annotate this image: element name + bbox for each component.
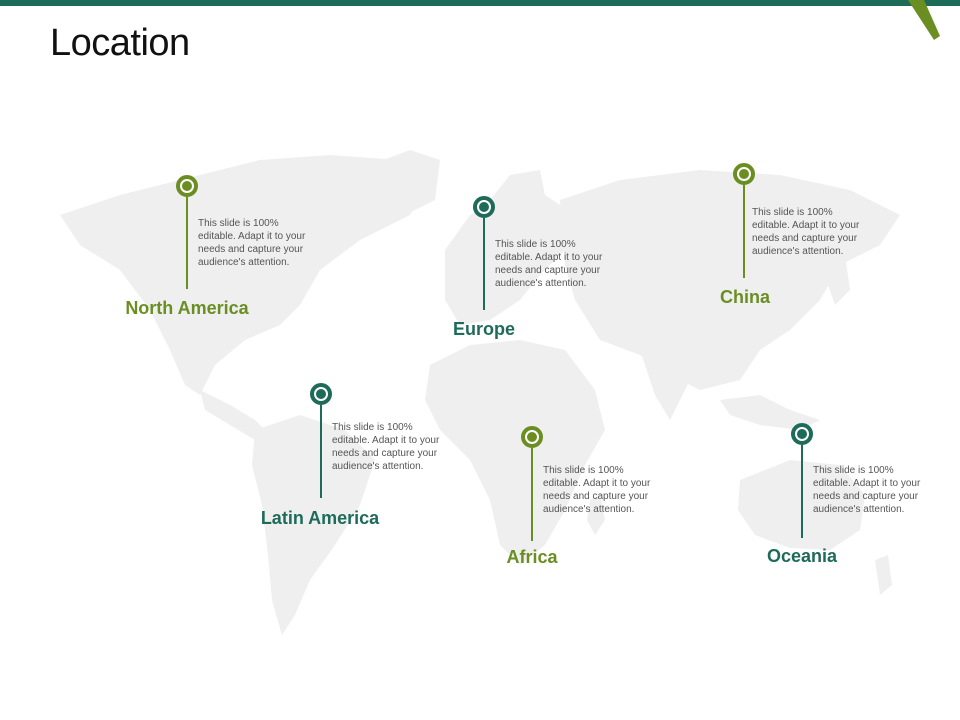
- pin-stem: [483, 218, 485, 310]
- region-label-north-america: North America: [125, 298, 249, 318]
- region-label-oceania: Oceania: [766, 546, 838, 566]
- pin-stem: [743, 185, 745, 278]
- marker-description: This slide is 100% editable. Adapt it to…: [495, 239, 603, 289]
- region-label-africa: Africa: [506, 547, 558, 567]
- landmass-africa: [425, 340, 605, 565]
- pin-stem: [186, 197, 188, 289]
- region-label-china: China: [719, 287, 771, 307]
- marker-description: This slide is 100% editable. Adapt it to…: [332, 422, 440, 472]
- marker-description: This slide is 100% editable. Adapt it to…: [752, 207, 860, 257]
- location-pin-icon: [733, 163, 755, 185]
- pin-stem: [531, 448, 533, 541]
- location-pin-icon: [791, 423, 813, 445]
- landmass-new-zealand: [875, 555, 892, 595]
- pin-stem: [320, 405, 322, 498]
- location-pin-icon: [310, 383, 332, 405]
- landmass-north-america: [60, 155, 430, 395]
- pin-stem: [801, 445, 803, 538]
- marker-description: This slide is 100% editable. Adapt it to…: [813, 465, 921, 515]
- world-map: [60, 150, 900, 635]
- landmass-asia: [560, 170, 900, 390]
- landmass-india: [640, 345, 690, 420]
- marker-description: This slide is 100% editable. Adapt it to…: [543, 465, 651, 515]
- location-pin-icon: [473, 196, 495, 218]
- landmass-japan: [828, 255, 850, 305]
- region-label-europe: Europe: [452, 319, 516, 339]
- location-pin-icon: [521, 426, 543, 448]
- region-label-latin-america: Latin America: [260, 508, 380, 528]
- marker-description: This slide is 100% editable. Adapt it to…: [198, 218, 306, 268]
- location-pin-icon: [176, 175, 198, 197]
